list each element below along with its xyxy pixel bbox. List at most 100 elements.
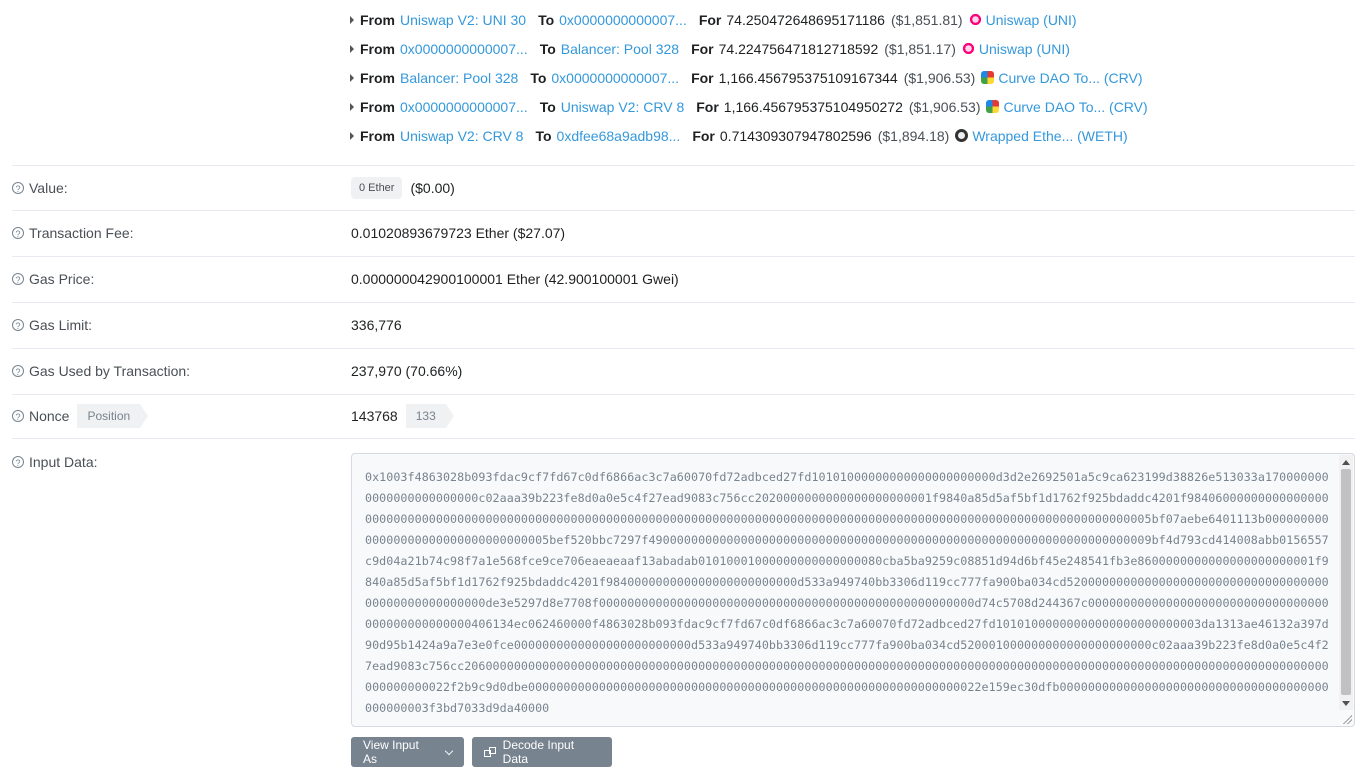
to-address-link[interactable]: 0x0000000000007... bbox=[559, 12, 687, 28]
from-address-link[interactable]: 0x0000000000007... bbox=[400, 99, 528, 115]
to-label: To bbox=[535, 127, 552, 144]
for-label: For bbox=[698, 11, 722, 28]
caret-right-icon[interactable] bbox=[350, 102, 354, 111]
from-address-link[interactable]: Uniswap V2: UNI 30 bbox=[400, 12, 526, 28]
ether-value-badge: 0 Ether bbox=[351, 177, 403, 199]
to-address-link[interactable]: Balancer: Pool 328 bbox=[561, 41, 679, 57]
decode-input-data-label: Decode Input Data bbox=[502, 738, 575, 766]
question-circle-icon[interactable]: ? bbox=[12, 410, 24, 422]
token-transfer-row: From Balancer: Pool 328 To 0x00000000000… bbox=[350, 63, 1350, 92]
nonce-row: ? Nonce Position 143768 133 bbox=[12, 404, 1355, 428]
fee-label-group: ? Transaction Fee: bbox=[12, 225, 134, 241]
token-link[interactable]: Wrapped Ethe... (WETH) bbox=[972, 128, 1127, 144]
to-label: To bbox=[530, 69, 547, 86]
to-label: To bbox=[538, 11, 555, 28]
scrollbar-thumb[interactable] bbox=[1341, 469, 1351, 695]
to-address-link[interactable]: 0x0000000000007... bbox=[551, 70, 679, 86]
transaction-fee-row: ? Transaction Fee: 0.01020893679723 Ethe… bbox=[12, 222, 1355, 244]
from-address-link[interactable]: Balancer: Pool 328 bbox=[400, 70, 518, 86]
question-circle-icon[interactable]: ? bbox=[12, 182, 24, 194]
to-label: To bbox=[539, 98, 556, 115]
divider bbox=[12, 210, 1355, 211]
fee-value: 0.01020893679723 Ether ($27.07) bbox=[351, 225, 566, 241]
nonce-label: Nonce bbox=[29, 408, 70, 424]
weth-icon bbox=[955, 129, 969, 142]
for-label: For bbox=[692, 127, 715, 144]
divider bbox=[12, 394, 1355, 395]
transfer-amount: 1,166.456795375109167344 bbox=[718, 69, 898, 86]
token-link[interactable]: Uniswap (UNI) bbox=[986, 12, 1077, 28]
value-label-group: ? Value: bbox=[12, 180, 68, 196]
token-link[interactable]: Curve DAO To... (CRV) bbox=[998, 70, 1142, 86]
nonce-value-group: 143768 133 bbox=[351, 404, 454, 428]
token-transfer-row: From Uniswap V2: UNI 30 To 0x00000000000… bbox=[350, 5, 1350, 34]
divider bbox=[12, 165, 1355, 166]
to-address-link[interactable]: Uniswap V2: CRV 8 bbox=[561, 99, 684, 115]
caret-right-icon[interactable] bbox=[350, 73, 354, 82]
gas-used-label-group: ? Gas Used by Transaction: bbox=[12, 363, 190, 379]
caret-right-icon[interactable] bbox=[350, 44, 354, 53]
scroll-up-arrow-icon[interactable] bbox=[1342, 460, 1350, 465]
for-label: For bbox=[691, 40, 714, 57]
from-label: From bbox=[360, 40, 395, 57]
from-label: From bbox=[360, 69, 395, 86]
divider bbox=[12, 348, 1355, 349]
input-data-textarea[interactable]: 0x1003f4863028b093fdac9cf7fd67c0df6866ac… bbox=[351, 453, 1355, 727]
resize-handle-icon[interactable] bbox=[1342, 714, 1352, 724]
transfer-amount: 0.714309307947802596 bbox=[719, 127, 872, 144]
chevron-down-icon bbox=[444, 746, 454, 755]
transfer-amount: 74.224756471812718592 bbox=[718, 40, 879, 57]
transfer-amount: 1,166.456795375104950272 bbox=[723, 98, 903, 115]
view-input-as-button[interactable]: View Input As bbox=[351, 737, 464, 767]
decode-input-data-button[interactable]: Decode Input Data bbox=[472, 737, 612, 767]
input-data-scrollbar[interactable] bbox=[1339, 455, 1353, 710]
token-transfers-list: From Uniswap V2: UNI 30 To 0x00000000000… bbox=[350, 5, 1350, 150]
to-address-link[interactable]: 0xdfee68a9adb98... bbox=[557, 128, 681, 144]
question-circle-icon[interactable]: ? bbox=[12, 456, 24, 468]
transfer-amount: 74.250472648695171186 bbox=[726, 11, 885, 28]
token-transfer-row: From Uniswap V2: CRV 8 To 0xdfee68a9adb9… bbox=[350, 121, 1350, 150]
from-address-link[interactable]: 0x0000000000007... bbox=[400, 41, 528, 57]
question-circle-icon[interactable]: ? bbox=[12, 365, 24, 377]
to-label: To bbox=[539, 40, 556, 57]
divider bbox=[12, 302, 1355, 303]
question-circle-icon[interactable]: ? bbox=[12, 273, 24, 285]
gas-limit-label-group: ? Gas Limit: bbox=[12, 317, 92, 333]
from-address-link[interactable]: Uniswap V2: CRV 8 bbox=[400, 128, 523, 144]
token-link[interactable]: Uniswap (UNI) bbox=[979, 41, 1070, 57]
caret-right-icon[interactable] bbox=[350, 15, 354, 24]
token-link[interactable]: Curve DAO To... (CRV) bbox=[1003, 99, 1147, 115]
gas-price-label: Gas Price: bbox=[29, 271, 95, 287]
for-label: For bbox=[696, 98, 719, 115]
cubes-icon bbox=[484, 747, 496, 757]
token-transfer-row: From 0x0000000000007... To Uniswap V2: C… bbox=[350, 92, 1350, 121]
value-usd: ($0.00) bbox=[410, 180, 455, 196]
position-value-tag: 133 bbox=[405, 404, 454, 428]
fee-label: Transaction Fee: bbox=[29, 225, 134, 241]
transfer-usd-value: ($1,906.53) bbox=[903, 69, 976, 86]
question-circle-icon[interactable]: ? bbox=[12, 227, 24, 239]
gas-limit-value: 336,776 bbox=[351, 317, 402, 333]
gas-used-row: ? Gas Used by Transaction: 237,970 (70.6… bbox=[12, 360, 1355, 382]
transfer-usd-value: ($1,851.17) bbox=[884, 40, 956, 57]
from-label: From bbox=[360, 11, 395, 28]
nonce-label-group: ? Nonce Position bbox=[12, 404, 148, 428]
gas-price-value: 0.000000042900100001 Ether (42.900100001… bbox=[351, 271, 679, 287]
gas-limit-row: ? Gas Limit: 336,776 bbox=[12, 314, 1355, 336]
from-label: From bbox=[360, 98, 395, 115]
divider bbox=[12, 438, 1355, 439]
gas-used-value: 237,970 (70.66%) bbox=[351, 363, 463, 379]
gas-used-label: Gas Used by Transaction: bbox=[29, 363, 191, 379]
input-data-hex[interactable]: 0x1003f4863028b093fdac9cf7fd67c0df6866ac… bbox=[365, 467, 1330, 719]
token-transfer-row: From 0x0000000000007... To Balancer: Poo… bbox=[350, 34, 1350, 63]
divider bbox=[12, 256, 1355, 257]
from-label: From bbox=[360, 127, 395, 144]
gas-price-label-group: ? Gas Price: bbox=[12, 271, 94, 287]
value-label: Value: bbox=[29, 180, 68, 196]
scroll-down-arrow-icon[interactable] bbox=[1342, 701, 1350, 706]
curve-icon bbox=[986, 100, 1000, 113]
caret-right-icon[interactable] bbox=[350, 131, 354, 140]
question-circle-icon[interactable]: ? bbox=[12, 319, 24, 331]
gas-limit-label: Gas Limit: bbox=[29, 317, 93, 333]
curve-icon bbox=[981, 71, 995, 84]
